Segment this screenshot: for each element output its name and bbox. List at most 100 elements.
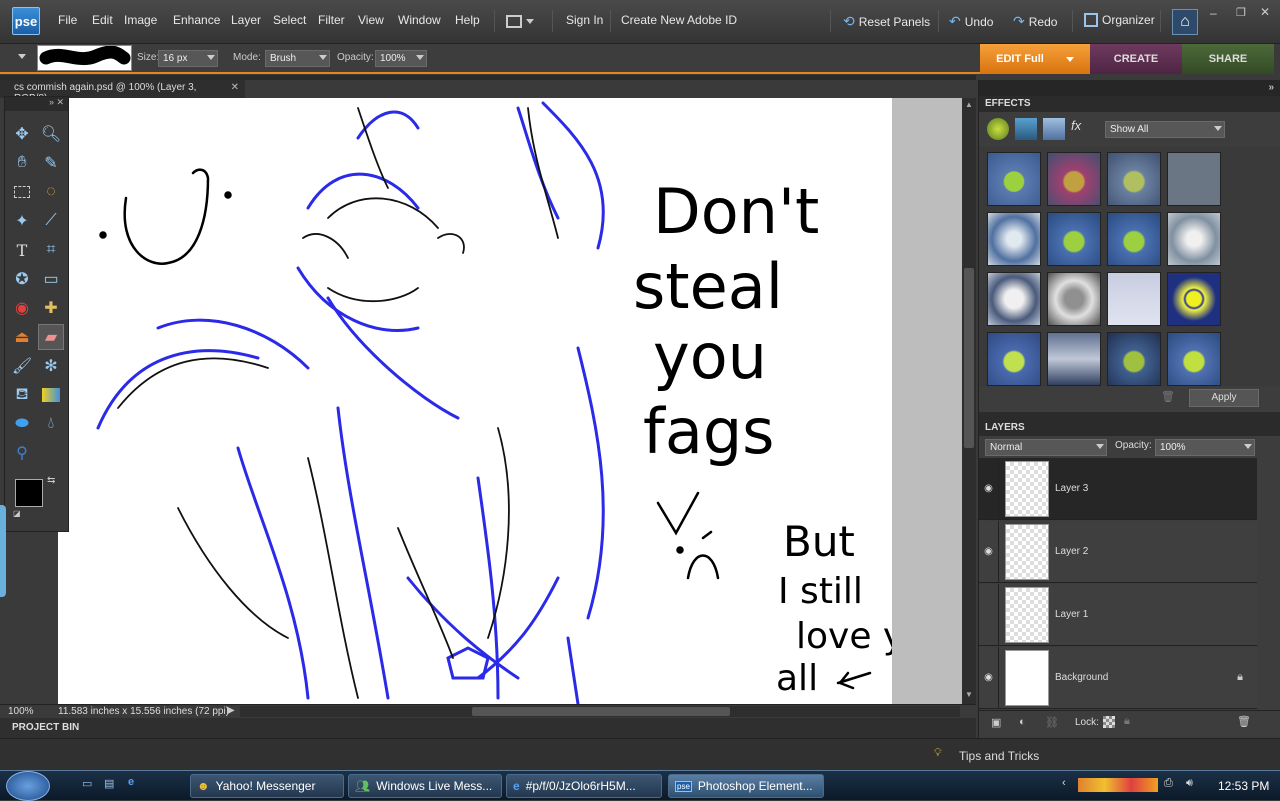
layer-row-background[interactable]: ◉ Background 🔒︎ (979, 646, 1257, 709)
straighten-tool-icon[interactable]: ▭ (38, 266, 64, 292)
effect-thumb[interactable] (1047, 332, 1101, 386)
hand-tool-icon[interactable]: ✋︎ (9, 150, 35, 176)
default-colors-icon[interactable]: ◪ (13, 509, 21, 518)
tab-share[interactable]: SHARE (1182, 44, 1274, 74)
effect-thumb[interactable] (1107, 212, 1161, 266)
marquee-tool-icon[interactable] (9, 179, 35, 205)
layers-panel-header[interactable]: LAYERS (979, 420, 1280, 436)
crop-tool-icon[interactable]: ⌗ (38, 237, 64, 263)
taskbar-windows-live[interactable]: 👥︎ Windows Live Mess... (348, 774, 502, 798)
sign-in-link[interactable]: Sign In (566, 13, 603, 27)
effect-thumb[interactable] (1167, 272, 1221, 326)
effect-thumb[interactable] (987, 152, 1041, 206)
fx-icon[interactable]: fx (1071, 118, 1093, 140)
close-icon[interactable]: ✕ (1260, 5, 1270, 19)
trash-icon[interactable]: 🗑︎ (1161, 390, 1175, 403)
clone-stamp-tool-icon[interactable]: ⏏ (9, 324, 35, 350)
menu-window[interactable]: Window (398, 13, 441, 27)
healing-brush-tool-icon[interactable]: ✚ (38, 295, 64, 321)
blend-mode-select[interactable]: Normal (985, 439, 1107, 456)
red-eye-tool-icon[interactable]: ◉ (9, 295, 35, 321)
effect-thumb[interactable] (987, 332, 1041, 386)
opacity-input[interactable]: 100% (375, 50, 427, 67)
horizontal-scroll-thumb[interactable] (472, 707, 730, 716)
tips-and-tricks-link[interactable]: Tips and Tricks (959, 749, 1039, 763)
scroll-down-icon[interactable]: ▼ (965, 690, 973, 699)
effect-thumb[interactable] (1047, 152, 1101, 206)
foreground-color-swatch[interactable] (15, 479, 43, 507)
effect-thumb[interactable] (1107, 272, 1161, 326)
brush-size-input[interactable]: 16 px (158, 50, 218, 67)
minimize-icon[interactable]: – (1210, 6, 1217, 20)
home-button[interactable]: ⌂ (1172, 9, 1198, 35)
tool-preset-chevron-icon[interactable] (18, 54, 26, 59)
side-drawer-handle[interactable] (0, 505, 6, 597)
taskbar-browser[interactable]: e #p/f/0/JzOlo6rH5M... (506, 774, 662, 798)
delete-layer-icon[interactable]: 🗑︎ (1237, 715, 1251, 728)
link-layers-icon[interactable]: ⛓︎ (1045, 716, 1059, 729)
menu-layer[interactable]: Layer (231, 13, 261, 27)
tray-icons[interactable] (1078, 778, 1158, 792)
type-tool-icon[interactable]: T (9, 237, 35, 263)
organizer-button[interactable]: Organizer (1084, 13, 1155, 27)
lasso-tool-icon[interactable]: ◌ (38, 179, 64, 205)
photo-effects-icon[interactable] (1043, 118, 1065, 140)
taskbar-yahoo-messenger[interactable]: ☻ Yahoo! Messenger (190, 774, 344, 798)
effect-thumb[interactable] (1047, 272, 1101, 326)
effect-thumb[interactable] (1107, 152, 1161, 206)
layer-row-layer-3[interactable]: ◉ Layer 3 (979, 457, 1257, 520)
visibility-eye-icon[interactable]: ◉ (979, 646, 999, 709)
menu-enhance[interactable]: Enhance (173, 13, 220, 27)
reset-panels-button[interactable]: ⟲ Reset Panels (843, 13, 930, 30)
effect-thumb[interactable] (1107, 332, 1161, 386)
effect-thumb[interactable] (1167, 152, 1221, 206)
arrange-documents-button[interactable] (506, 12, 536, 30)
effect-thumb[interactable] (987, 272, 1041, 326)
smart-brush-tool-icon[interactable]: ✻ (38, 353, 64, 379)
swap-colors-icon[interactable]: ⇆ (47, 475, 55, 486)
start-button[interactable] (6, 771, 50, 801)
menu-edit[interactable]: Edit (92, 13, 113, 27)
effects-panel-header[interactable]: EFFECTS (979, 96, 1280, 112)
paint-bucket-tool-icon[interactable]: ⛾ (9, 382, 35, 408)
eraser-tool-icon[interactable]: ▰ (38, 324, 64, 350)
horizontal-scrollbar[interactable] (240, 706, 960, 717)
document-canvas[interactable]: Don't steal you fags But I still love yo… (58, 98, 892, 704)
layer-styles-icon[interactable] (1015, 118, 1037, 140)
adjustment-layer-icon[interactable]: ◐ (1019, 716, 1026, 728)
menu-file[interactable]: File (58, 13, 77, 27)
eyedropper-tool-icon[interactable]: ✎ (38, 150, 64, 176)
lock-transparency-icon[interactable] (1103, 716, 1115, 728)
visibility-eye-icon[interactable]: ◉ (979, 520, 999, 583)
visibility-toggle[interactable] (979, 583, 999, 646)
mode-select[interactable]: Brush (265, 50, 330, 67)
menu-view[interactable]: View (358, 13, 384, 27)
tab-edit-full[interactable]: EDIT Full (980, 44, 1090, 74)
tray-expand-icon[interactable]: ‹ (1062, 777, 1066, 789)
move-tool-icon[interactable]: ✥ (9, 121, 35, 147)
undo-button[interactable]: ↶ Undo (949, 13, 993, 30)
vertical-scrollbar[interactable]: ▲ ▼ (962, 98, 976, 704)
project-bin-header[interactable]: PROJECT BIN (0, 718, 976, 738)
layer-opacity-input[interactable]: 100% (1155, 439, 1255, 456)
effect-thumb[interactable] (1047, 212, 1101, 266)
visibility-eye-icon[interactable]: ◉ (979, 457, 999, 520)
sponge-tool-icon[interactable]: ⚲ (9, 440, 35, 466)
status-menu-icon[interactable]: ▶ (227, 705, 235, 716)
zoom-tool-icon[interactable]: 🔍︎ (38, 121, 64, 147)
apply-button[interactable]: Apply (1189, 389, 1259, 407)
volume-icon[interactable]: 🔊︎ (1186, 777, 1193, 790)
menu-select[interactable]: Select (273, 13, 306, 27)
menu-filter[interactable]: Filter (318, 13, 345, 27)
magic-wand-tool-icon[interactable]: ✦ (9, 208, 35, 234)
menu-help[interactable]: Help (455, 13, 480, 27)
vertical-scroll-thumb[interactable] (964, 268, 974, 448)
create-adobe-id-link[interactable]: Create New Adobe ID (621, 13, 737, 27)
menu-image[interactable]: Image (124, 13, 157, 27)
network-icon[interactable]: ⎙ (1164, 777, 1173, 790)
effect-thumb[interactable] (987, 212, 1041, 266)
filters-icon[interactable] (987, 118, 1009, 140)
layer-row-layer-2[interactable]: ◉ Layer 2 (979, 520, 1257, 583)
switch-windows-icon[interactable]: ▤ (104, 777, 114, 790)
effect-thumb[interactable] (1167, 332, 1221, 386)
